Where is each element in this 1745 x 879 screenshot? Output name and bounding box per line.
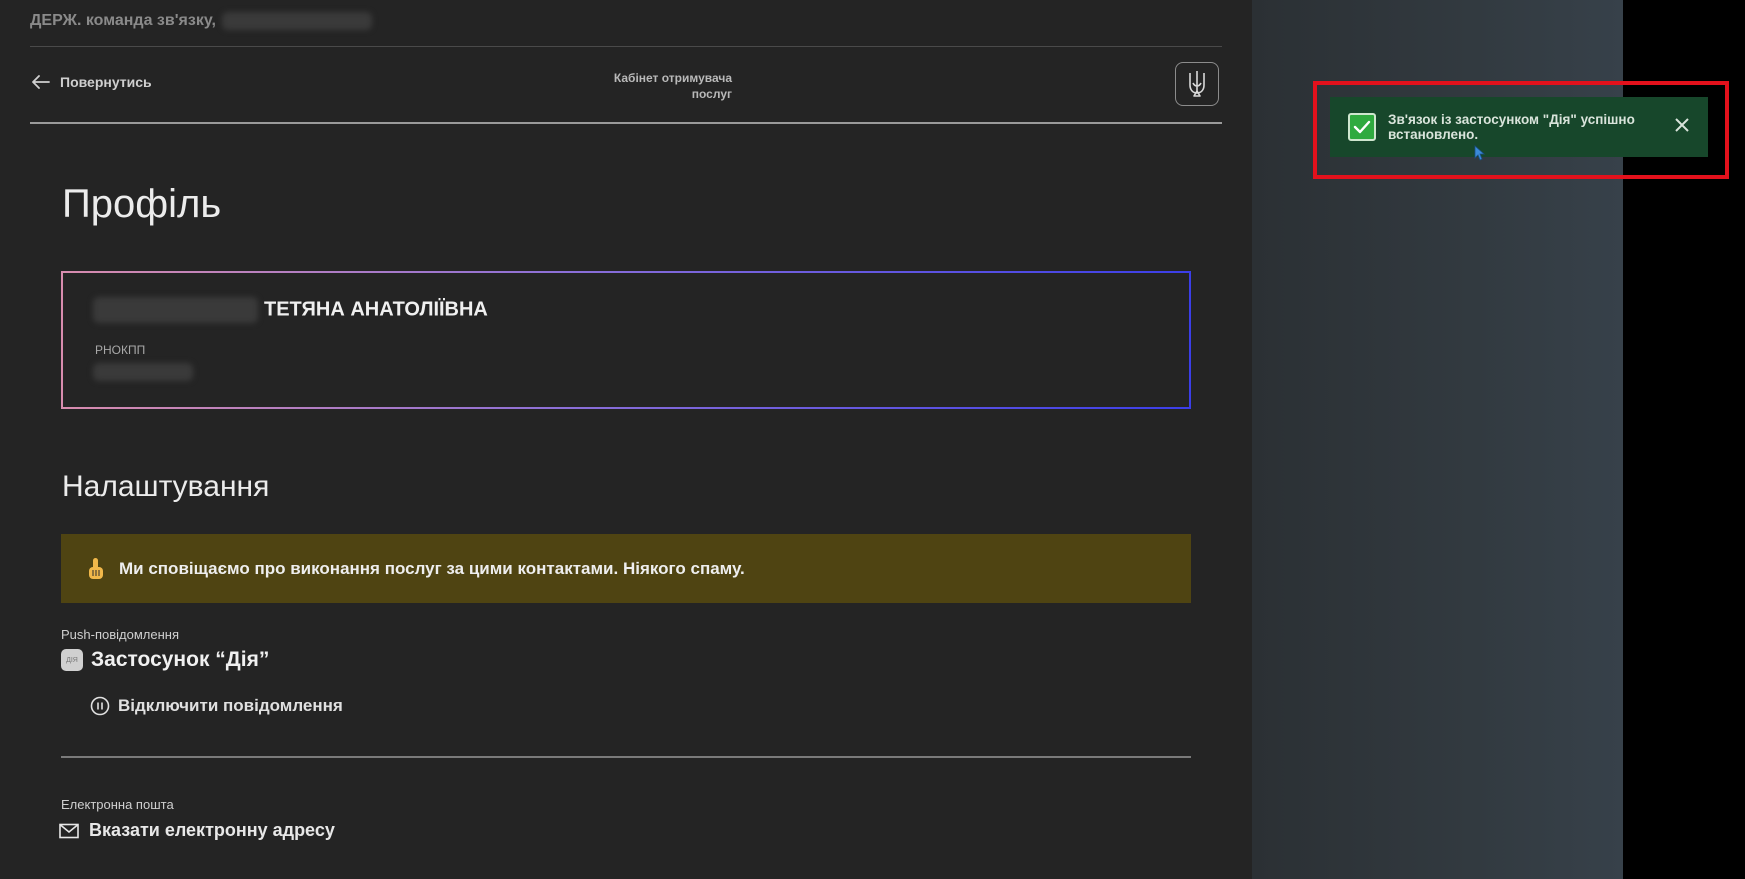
mail-icon	[59, 823, 79, 838]
email-label: Електронна пошта	[61, 797, 174, 812]
profile-name-text: ТЕТЯНА АНАТОЛІЇВНА	[264, 298, 488, 321]
cabinet-line-1: Кабінет отримувача	[613, 71, 732, 85]
blurred-surname	[93, 297, 258, 323]
back-label: Повернутись	[60, 74, 152, 90]
back-button[interactable]: Повернутись	[32, 74, 152, 90]
disable-notifications-label: Відключити повідомлення	[118, 696, 343, 715]
add-email-label: Вказати електронну адресу	[89, 820, 335, 840]
settings-title: Налаштування	[62, 470, 270, 503]
blurred-org-name	[221, 12, 372, 30]
rnokpp-label: РНОКПП	[95, 343, 146, 357]
notice-banner: Ми сповіщаємо про виконання послуг за ци…	[61, 534, 1191, 603]
main-panel: ДЕРЖ. команда зв'язку, Повернутись Кабін…	[0, 0, 1252, 879]
org-title-text: ДЕРЖ. команда зв'язку,	[30, 12, 216, 30]
diia-app-name: Застосунок “Дія”	[91, 648, 270, 671]
diia-app-icon: ДІЯ	[61, 649, 83, 671]
pointing-hand-icon	[89, 557, 103, 579]
profile-name: ТЕТЯНА АНАТОЛІЇВНА	[93, 297, 488, 323]
add-email-button[interactable]: Вказати електронну адресу	[59, 820, 335, 841]
cabinet-title: Кабінет отримувача послуг	[532, 70, 732, 102]
org-title: ДЕРЖ. команда зв'язку,	[30, 12, 372, 30]
cabinet-line-2: послуг	[691, 87, 732, 101]
arrow-left-icon	[32, 75, 50, 89]
top-divider	[30, 46, 1222, 47]
trident-emblem[interactable]	[1175, 62, 1219, 106]
profile-card: ТЕТЯНА АНАТОЛІЇВНА РНОКПП	[61, 271, 1191, 409]
blurred-rnokpp-value	[93, 363, 193, 381]
header-divider	[30, 122, 1222, 124]
disable-notifications-button[interactable]: Відключити повідомлення	[90, 696, 343, 716]
highlight-box	[1313, 81, 1729, 179]
page-title: Профіль	[62, 182, 222, 226]
section-divider	[61, 756, 1191, 758]
trident-icon	[1189, 71, 1205, 97]
pause-circle-icon	[90, 696, 110, 716]
diia-app-row: ДІЯ Застосунок “Дія”	[61, 648, 269, 672]
notice-text: Ми сповіщаємо про виконання послуг за ци…	[119, 558, 745, 578]
mouse-cursor-icon	[1474, 145, 1486, 161]
push-label: Push-повідомлення	[61, 627, 179, 642]
